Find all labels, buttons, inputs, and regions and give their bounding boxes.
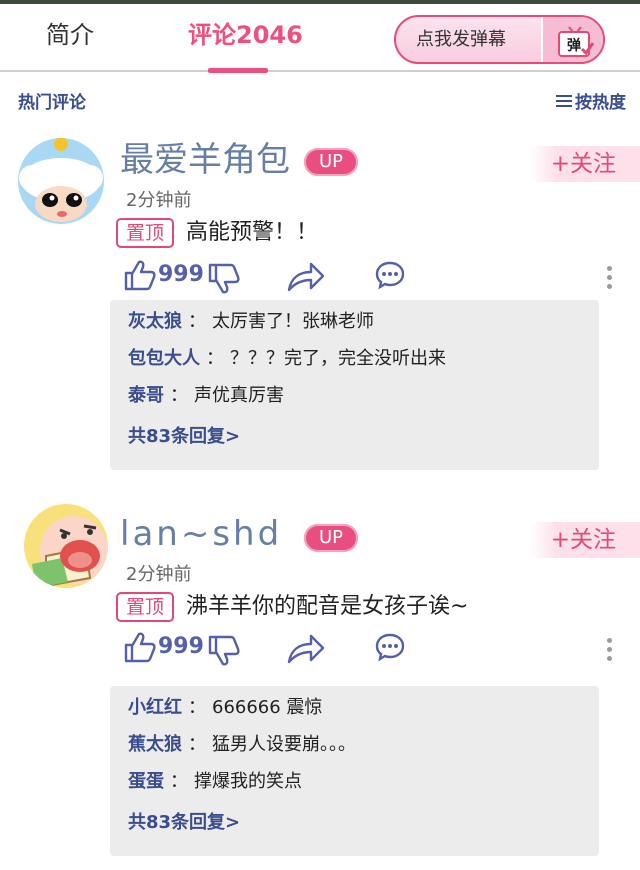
reply-text: 猛男人设要崩。。。 xyxy=(212,734,356,755)
tab-comments[interactable]: 评论2046 xyxy=(188,18,303,52)
comment-time: 2分钟前 xyxy=(126,564,192,585)
view-all-replies-link[interactable]: 共83条回复> xyxy=(128,422,240,448)
sheep-avatar-icon xyxy=(18,138,104,224)
reply-user[interactable]: 包包大人 xyxy=(128,348,200,369)
up-badge: UP xyxy=(304,524,358,552)
reply-user[interactable]: 灰太狼 xyxy=(128,311,182,332)
more-options-icon[interactable] xyxy=(606,264,612,290)
hot-comments-label: 热门评论 xyxy=(18,93,86,113)
more-options-icon[interactable] xyxy=(606,636,612,662)
reply-item[interactable]: 蛋蛋 ： 撑爆我的笑点 xyxy=(128,770,302,794)
danmaku-icon-text: 弹 xyxy=(567,37,581,54)
comment-time: 2分钟前 xyxy=(126,190,192,211)
username[interactable]: lan~shd xyxy=(120,514,282,554)
comment-content: 高能预警！！ xyxy=(186,220,319,245)
comment-actions: 999 xyxy=(120,258,620,298)
reply-colon: ： xyxy=(188,311,206,332)
send-danmaku-button[interactable]: 点我发弹幕 弹 xyxy=(394,15,605,64)
thumbs-down-icon[interactable] xyxy=(208,634,240,668)
reply-item[interactable]: 包包大人 ： ？？？完了，完全没听出来 xyxy=(128,347,446,371)
sort-by-popularity-button[interactable]: 按热度 xyxy=(556,88,626,113)
danmaku-icon-area: 弹 xyxy=(541,17,603,62)
reply-preview-box: 灰太狼 ： 太厉害了！张琳老师 包包大人 ： ？？？完了，完全没听出来 泰哥 ： 声优真厉害… xyxy=(110,300,599,470)
reply-text: ？？？完了，完全没听出来 xyxy=(230,348,446,369)
reply-user[interactable]: 蛋蛋 xyxy=(128,771,164,792)
reply-colon: ： xyxy=(206,348,224,369)
reply-preview-box: 小红红 ： 666666 震惊 蕉太狼 ： 猛男人设要崩。。。 蛋蛋 ： 撑爆我的笑点 共8… xyxy=(110,686,599,856)
reply-item[interactable]: 蕉太狼 ： 猛男人设要崩。。。 xyxy=(128,733,356,757)
view-all-replies-link[interactable]: 共83条回复> xyxy=(128,808,240,834)
tab-bar: 简介 评论2046 点我发弹幕 弹 xyxy=(0,4,640,73)
comment-bubble-icon[interactable] xyxy=(374,260,406,292)
like-count: 999 xyxy=(158,634,204,659)
reply-user[interactable]: 泰哥 xyxy=(128,385,164,406)
thumbs-down-icon[interactable] xyxy=(208,262,240,296)
reply-colon: ： xyxy=(188,697,206,718)
reply-item[interactable]: 泰哥 ： 声优真厉害 xyxy=(128,384,284,408)
share-icon[interactable] xyxy=(286,632,326,666)
list-lines-icon xyxy=(556,94,572,108)
comment-actions: 999 xyxy=(120,630,620,670)
comment-bubble-icon[interactable] xyxy=(374,632,406,664)
pinned-tag: 置顶 xyxy=(116,592,174,622)
active-tab-indicator xyxy=(208,68,268,73)
like-count: 999 xyxy=(158,262,204,287)
avatar[interactable] xyxy=(24,504,108,588)
reply-user[interactable]: 蕉太狼 xyxy=(128,734,182,755)
pinned-tag: 置顶 xyxy=(116,218,174,248)
tab-intro[interactable]: 简介 xyxy=(46,18,94,52)
thumbs-up-icon[interactable] xyxy=(124,258,156,292)
send-danmaku-label: 点我发弹幕 xyxy=(416,29,506,50)
thumbs-up-icon[interactable] xyxy=(124,630,156,664)
reply-user[interactable]: 小红红 xyxy=(128,697,182,718)
avatar[interactable] xyxy=(18,138,104,224)
username[interactable]: 最爱羊角包 xyxy=(120,140,290,180)
follow-button[interactable]: +关注 xyxy=(530,146,640,182)
comment-content: 沸羊羊你的配音是女孩子诶~ xyxy=(186,594,469,619)
reply-item[interactable]: 灰太狼 ： 太厉害了！张琳老师 xyxy=(128,310,374,334)
follow-button[interactable]: +关注 xyxy=(530,522,640,558)
reply-item[interactable]: 小红红 ： 666666 震惊 xyxy=(128,696,322,720)
up-badge: UP xyxy=(304,148,358,176)
reply-text: 撑爆我的笑点 xyxy=(194,771,302,792)
tv-danmaku-icon: 弹 xyxy=(558,26,595,57)
comment-subbar: 热门评论 按热度 xyxy=(0,86,640,116)
laughing-cartoon-avatar-icon xyxy=(24,504,108,588)
reply-text: 太厉害了！张琳老师 xyxy=(212,311,374,332)
reply-colon: ： xyxy=(188,734,206,755)
share-icon[interactable] xyxy=(286,260,326,294)
reply-text: 666666 震惊 xyxy=(212,697,323,718)
reply-text: 声优真厉害 xyxy=(194,385,284,406)
sort-label: 按热度 xyxy=(575,93,626,113)
reply-colon: ： xyxy=(170,771,188,792)
reply-colon: ： xyxy=(170,385,188,406)
